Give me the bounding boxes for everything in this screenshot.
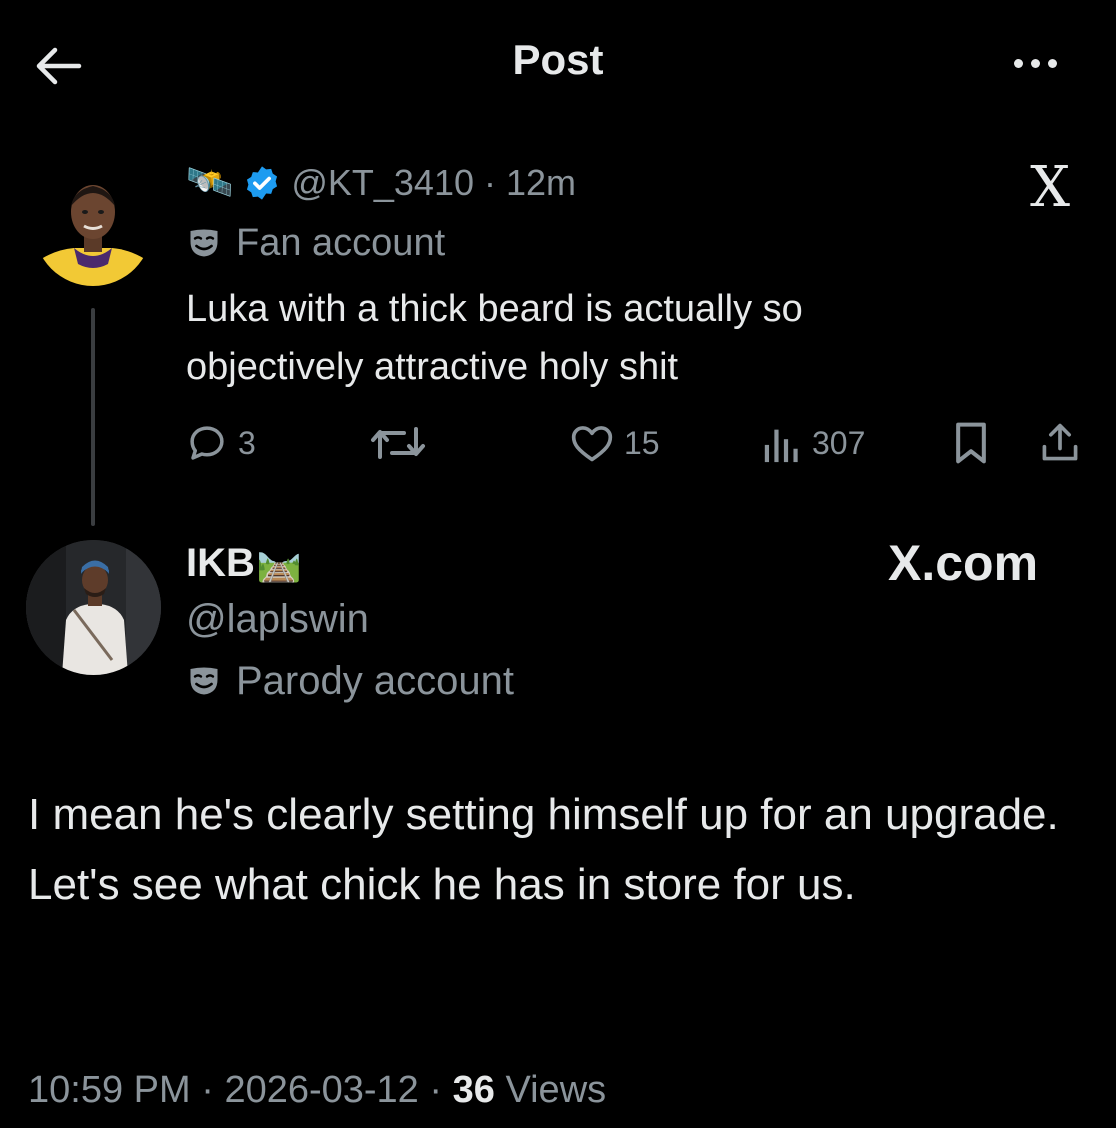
separator-dot: · <box>201 1068 214 1111</box>
like-action[interactable]: 15 <box>570 418 660 468</box>
mask-icon <box>190 667 218 695</box>
account-type-text: Fan account <box>236 221 446 264</box>
share-action[interactable] <box>1038 418 1082 468</box>
view-count: 307 <box>812 424 866 461</box>
fan-account-label: Fan account <box>186 218 445 268</box>
page-title: Post <box>512 36 604 83</box>
heart-icon <box>571 426 613 462</box>
account-type-text: Parody account <box>236 658 514 703</box>
x-logo-watermark: X <box>1030 155 1070 220</box>
avatar-image <box>26 540 161 675</box>
quoted-handle[interactable]: @KT_3410 <box>291 162 474 204</box>
repost-icon <box>371 427 425 459</box>
x-com-watermark: X.com <box>888 535 1039 591</box>
share-icon <box>1042 423 1078 461</box>
verified-badge-icon <box>247 166 278 200</box>
quoted-time: 12m <box>505 162 577 203</box>
parody-account-label: Parody account <box>186 654 514 708</box>
display-name: IKB <box>186 540 255 585</box>
avatar-laplswin[interactable] <box>26 540 161 675</box>
post-date: 2026-03-12 <box>224 1068 419 1111</box>
reply-action[interactable]: 3 <box>186 418 256 468</box>
post-time: 10:59 PM <box>28 1068 191 1111</box>
separator-dot: · <box>429 1068 443 1111</box>
bookmark-icon <box>956 422 986 464</box>
more-dot <box>1030 58 1040 68</box>
reply-handle[interactable]: @laplswin <box>186 592 369 646</box>
post-metadata: 10:59 PM · 2026-03-12 · 36 Views <box>28 1062 606 1118</box>
satellite-emoji: 🛰️ <box>186 162 234 204</box>
bookmark-action[interactable] <box>952 418 990 468</box>
like-count: 15 <box>624 424 660 461</box>
more-dot <box>1047 58 1057 68</box>
reply-icon <box>190 426 224 460</box>
mask-icon <box>190 229 218 257</box>
views-label: Views <box>505 1068 607 1111</box>
more-options-button[interactable] <box>1000 48 1070 78</box>
views-count[interactable]: 36 <box>453 1069 495 1112</box>
quoted-post-text: Luka with a thick beard is actually so o… <box>186 288 803 388</box>
analytics-icon <box>764 429 798 463</box>
railway-emoji: 🛤️ <box>256 542 302 583</box>
reply-author-name[interactable]: IKB 🛤️ <box>186 536 302 590</box>
avatar-image <box>34 168 152 286</box>
quoted-post-header: 🛰️ @KT_3410 · 12m <box>186 158 576 208</box>
thread-connector-line <box>91 308 95 526</box>
avatar-kt3410[interactable] <box>34 168 152 286</box>
separator-dot: · <box>483 162 496 203</box>
repost-action[interactable] <box>370 418 436 468</box>
views-action[interactable]: 307 <box>762 418 865 468</box>
reply-post-text: I mean he's clearly setting himself up f… <box>28 790 1059 909</box>
reply-count: 3 <box>238 424 256 461</box>
more-dot <box>1013 58 1023 68</box>
